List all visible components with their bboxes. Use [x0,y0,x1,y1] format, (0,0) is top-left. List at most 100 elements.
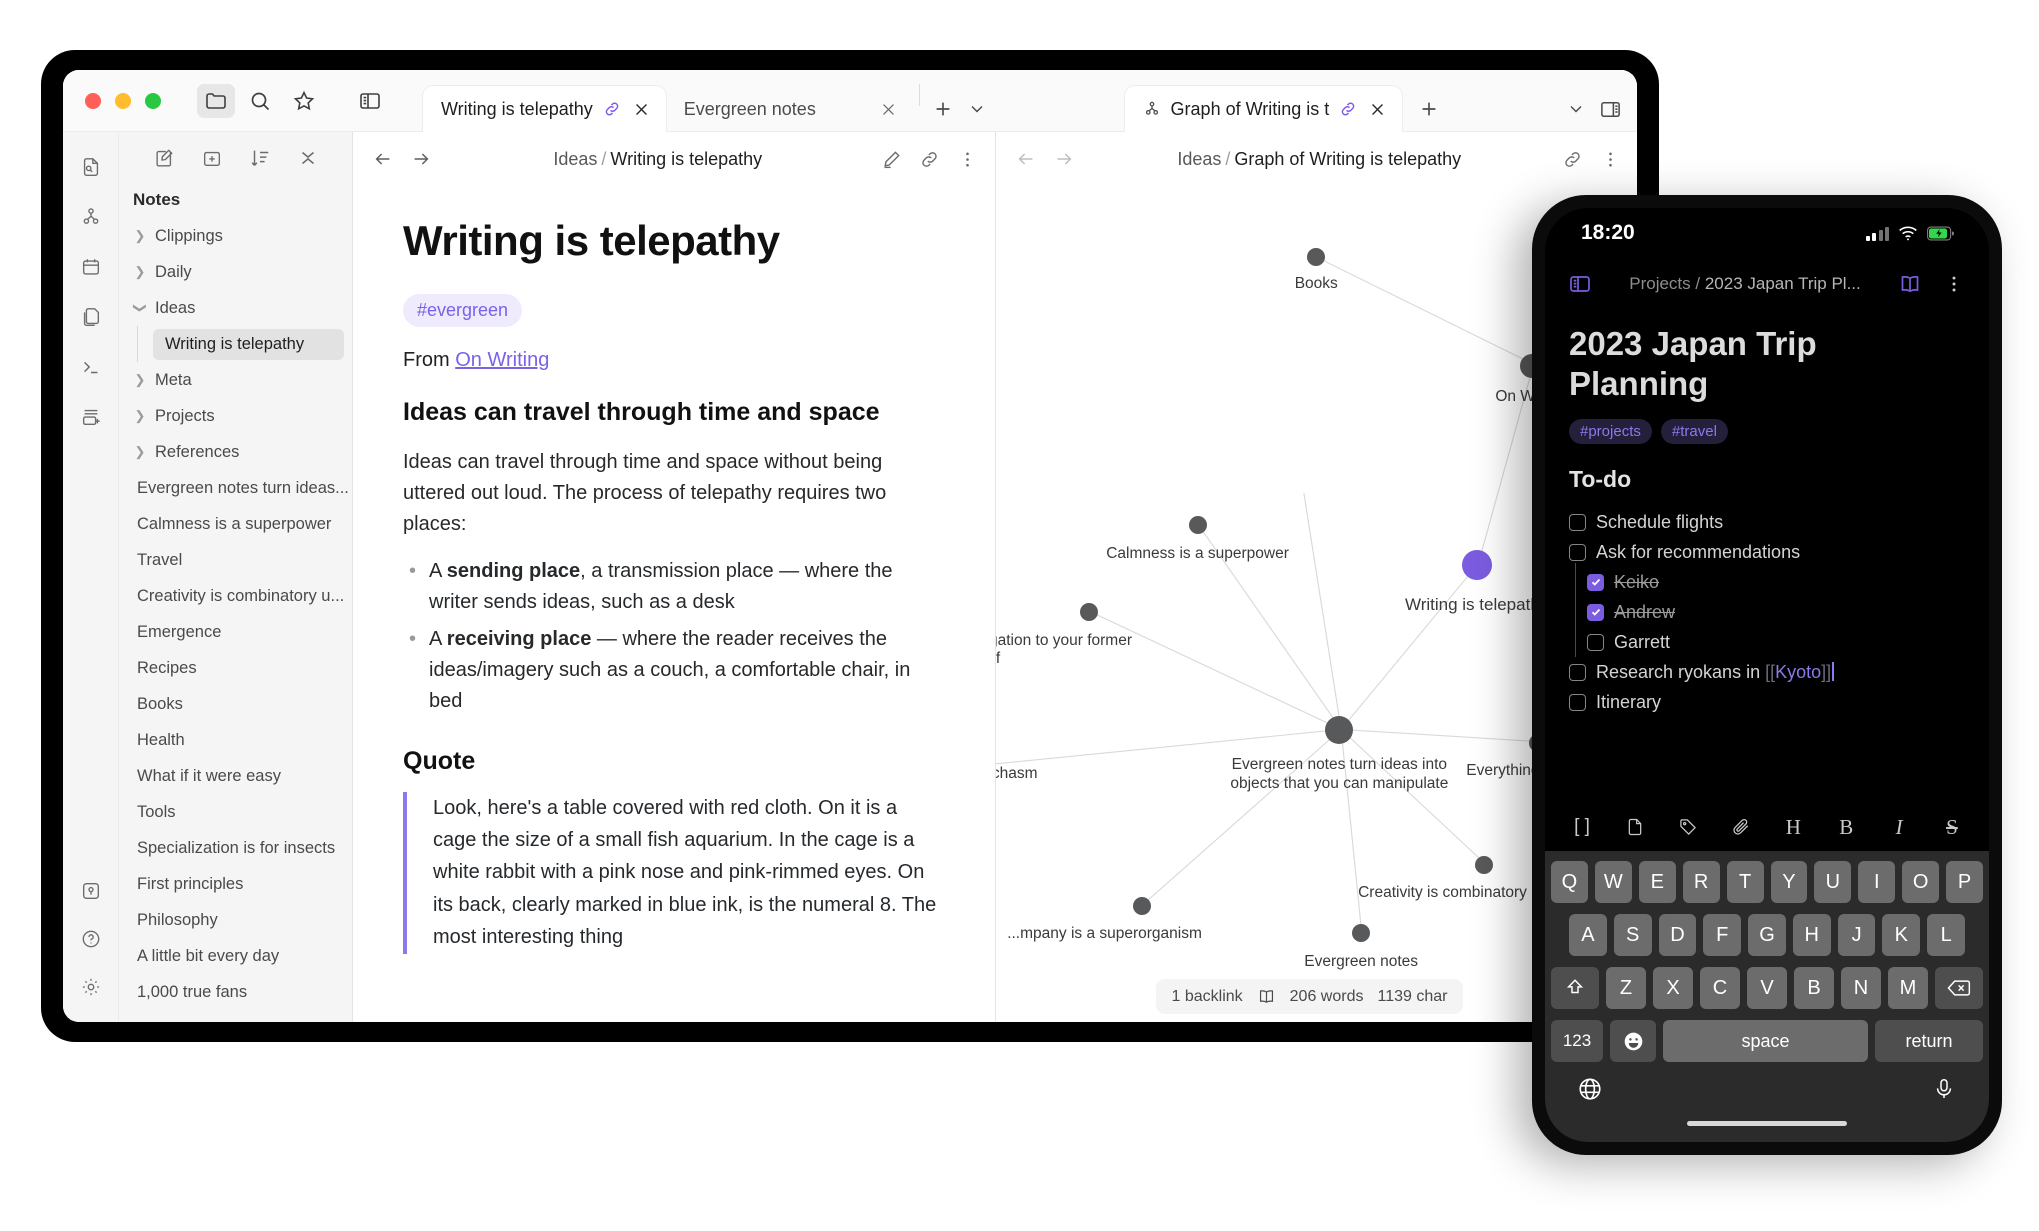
folder-daily[interactable]: ❯ Daily [119,254,352,290]
heading-icon[interactable]: H [1778,812,1808,842]
file-writing-is-telepathy[interactable]: Writing is telepathy [119,326,352,362]
sidebar-toggle-icon[interactable] [1565,269,1595,299]
key-x[interactable]: X [1653,967,1693,1009]
link-icon[interactable] [917,146,943,172]
list-item[interactable]: First principles [119,866,352,902]
folder-references[interactable]: ❯ References [119,434,352,470]
mobile-note-content[interactable]: 2023 Japan Trip Planning #projects #trav… [1545,310,1989,803]
list-item[interactable]: Creativity is combinatory u... [119,578,352,614]
shift-icon[interactable] [1551,967,1599,1009]
checkbox[interactable] [1587,633,1604,651]
paperclip-icon[interactable] [1726,812,1756,842]
key-p[interactable]: P [1946,861,1984,903]
sort-icon[interactable] [247,145,273,171]
more-vertical-icon[interactable] [955,146,981,172]
key-s[interactable]: S [1613,914,1652,956]
folder-projects[interactable]: ❯ Projects [119,398,352,434]
list-item[interactable]: Evergreen notes turn ideas... [119,470,352,506]
list-item[interactable]: Travel [119,542,352,578]
globe-icon[interactable] [1573,1072,1607,1106]
checkbox-checked[interactable] [1587,603,1604,621]
more-vertical-icon[interactable] [1939,269,1969,299]
key-a[interactable]: A [1568,914,1607,956]
list-item[interactable]: Specialization is for insects [119,830,352,866]
graph-node-evergreen-notes[interactable] [1352,924,1371,943]
source-link[interactable]: On Writing [455,349,549,371]
right-sidebar-toggle-icon[interactable] [1593,92,1627,126]
tag-travel[interactable]: #travel [1660,419,1728,445]
new-note-icon[interactable] [151,145,177,171]
key-i[interactable]: I [1858,861,1896,903]
list-item[interactable]: Tools [119,794,352,830]
list-item[interactable]: Philosophy [119,902,352,938]
key-n[interactable]: N [1841,967,1881,1009]
key-c[interactable]: C [1700,967,1740,1009]
search-icon[interactable] [241,84,279,118]
key-l[interactable]: L [1927,914,1966,956]
todo-item-research-ryokans[interactable]: Research ryokans in [[Kyoto]] [1569,657,1965,687]
help-icon[interactable] [74,922,108,956]
todo-item-itinerary[interactable]: Itinerary [1569,687,1965,717]
key-j[interactable]: J [1837,914,1876,956]
tab-graph-of-writing-is-telepathy[interactable]: Graph of Writing is t [1124,86,1403,132]
key-d[interactable]: D [1658,914,1697,956]
close-tab-icon[interactable] [878,99,899,120]
tab-evergreen-notes[interactable]: Evergreen notes [666,86,913,132]
more-vertical-icon[interactable] [1597,146,1623,172]
link-icon[interactable] [1559,146,1585,172]
checkbox[interactable] [1569,693,1586,711]
new-tab-button-right[interactable] [1412,92,1446,126]
key-w[interactable]: W [1594,861,1632,903]
key-q[interactable]: Q [1550,861,1588,903]
edit-pencil-icon[interactable] [879,146,905,172]
key-z[interactable]: Z [1606,967,1646,1009]
key-f[interactable]: F [1703,914,1742,956]
graph-node-writing-is-telepathy[interactable] [1461,549,1492,580]
list-item[interactable]: Emergence [119,614,352,650]
list-item[interactable]: Books [119,686,352,722]
forward-arrow-icon[interactable] [1048,143,1080,175]
chevron-down-icon-right[interactable] [1559,92,1593,126]
checkbox[interactable] [1569,543,1586,561]
microphone-icon[interactable] [1927,1072,1961,1106]
tag-icon[interactable] [1673,812,1703,842]
calendar-icon[interactable] [74,250,108,284]
bold-icon[interactable]: B [1831,812,1861,842]
graph-node-delegation-to-your-former-self[interactable] [1079,603,1098,622]
graph-node-creativity-is-combinatory-uniqueness[interactable] [1475,855,1494,874]
note-content[interactable]: Writing is telepathy #evergreen From On … [353,186,995,1022]
todo-item-ask-for-recommendations[interactable]: Ask for recommendations [1569,537,1965,567]
folder-clippings[interactable]: ❯ Clippings [119,218,352,254]
space-key[interactable]: space [1663,1020,1868,1062]
key-m[interactable]: M [1888,967,1928,1009]
minimize-window-button[interactable] [115,92,131,109]
folder-meta[interactable]: ❯ Meta [119,362,352,398]
close-tab-icon[interactable] [631,99,652,120]
list-item[interactable]: Health [119,722,352,758]
list-item[interactable]: A little bit every day [119,938,352,974]
breadcrumb[interactable]: Projects / 2023 Japan Trip Pl... [1609,274,1881,294]
todo-item-andrew[interactable]: Andrew [1569,593,1965,628]
brackets-icon[interactable]: [ ] [1567,812,1597,842]
numbers-key[interactable]: 123 [1551,1020,1603,1062]
checkbox[interactable] [1569,663,1586,681]
checkbox[interactable] [1569,513,1586,531]
key-y[interactable]: Y [1770,861,1808,903]
graph-node-evergreen-notes-turn-ideas[interactable] [1325,716,1354,745]
key-v[interactable]: V [1747,967,1787,1009]
maximize-window-button[interactable] [145,92,161,109]
new-note-icon[interactable] [1620,812,1650,842]
todo-item-schedule-flights[interactable]: Schedule flights [1569,507,1965,537]
todo-item-garrett[interactable]: Garrett [1569,623,1965,658]
key-g[interactable]: G [1748,914,1786,956]
folder-ideas[interactable]: ❯ Ideas [119,290,352,326]
key-e[interactable]: E [1638,861,1676,903]
new-pane-icon[interactable] [74,400,108,434]
sync-icon[interactable] [74,874,108,908]
collapse-all-icon[interactable] [295,145,321,171]
close-window-button[interactable] [85,92,101,109]
key-h[interactable]: H [1792,914,1831,956]
emoji-icon[interactable] [1610,1020,1656,1062]
forward-arrow-icon[interactable] [405,143,437,175]
folder-icon[interactable] [197,83,235,118]
